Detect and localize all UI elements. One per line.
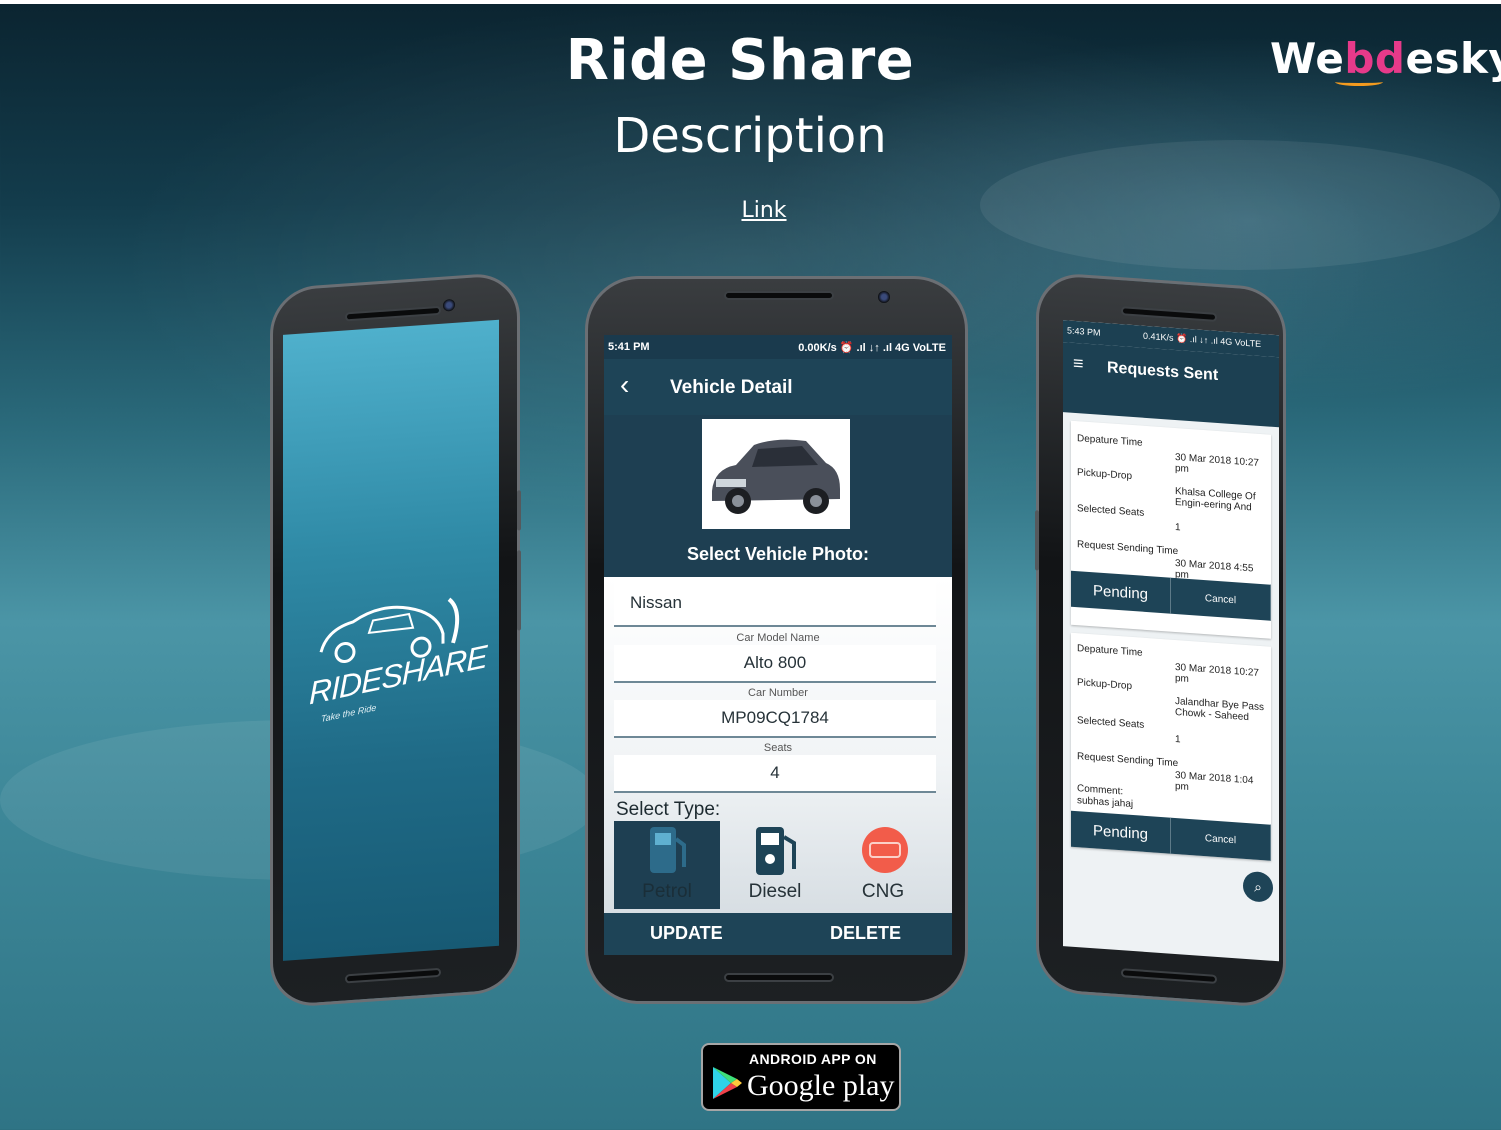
request-card: Depature Time 30 Mar 2018 10:27 pm Picku… xyxy=(1071,632,1271,861)
phone-vehicle-detail: 5:41 PM 0.00K/s ⏰ .ıl ↓↑ .ıl 4G VoLTE ‹ … xyxy=(585,276,968,1004)
front-camera xyxy=(878,291,890,303)
seats-label: Selected Seats xyxy=(1077,715,1145,731)
speaker-grille xyxy=(345,967,441,984)
delete-button[interactable]: DELETE xyxy=(830,923,901,944)
car-number-label: Car Number xyxy=(748,687,808,699)
request-actions: Pending Cancel xyxy=(1071,810,1271,861)
car-model-label: Car Model Name xyxy=(736,632,820,644)
play-store-icon xyxy=(713,1067,742,1099)
cancel-button[interactable]: Cancel xyxy=(1171,817,1271,861)
status-indicators: 0.00K/s ⏰ .ıl ↓↑ .ıl 4G VoLTE xyxy=(798,341,946,354)
background-highlight xyxy=(980,140,1500,270)
speaker-grille xyxy=(724,973,834,982)
status-time: 5:41 PM xyxy=(608,341,650,353)
car-image-icon xyxy=(712,439,840,514)
speaker-grille xyxy=(345,305,441,322)
pickup-label: Pickup-Drop xyxy=(1077,677,1133,692)
fuel-option-cng[interactable]: CNG xyxy=(830,821,936,909)
front-camera xyxy=(443,298,455,312)
departure-value: 30 Mar 2018 10:27 pm xyxy=(1175,451,1259,475)
cancel-button[interactable]: Cancel xyxy=(1171,577,1271,621)
screen-title: Vehicle Detail xyxy=(670,377,793,398)
select-type-label: Select Type: xyxy=(616,799,721,820)
sending-time-label: Request Sending Time xyxy=(1077,751,1179,770)
pending-button[interactable]: Pending xyxy=(1071,570,1171,614)
screen-title: Requests Sent xyxy=(1107,359,1219,384)
status-time: 5:43 PM xyxy=(1067,325,1101,338)
speaker-grille xyxy=(1121,306,1217,322)
vehicle-detail-screen: 5:41 PM 0.00K/s ⏰ .ıl ↓↑ .ıl 4G VoLTE ‹ … xyxy=(604,335,952,955)
departure-label: Depature Time xyxy=(1077,643,1143,659)
pickup-value: Khalsa College Of Engin-eering And Techn… xyxy=(1175,485,1256,515)
sending-time-label: Request Sending Time xyxy=(1077,539,1179,558)
description-link[interactable]: Link xyxy=(700,198,828,223)
speaker-grille xyxy=(1121,968,1217,984)
cng-icon xyxy=(862,827,908,873)
seats-label: Seats xyxy=(763,742,793,754)
google-play-badge[interactable]: ANDROID APP ON Google play xyxy=(701,1043,901,1111)
request-card: Depature Time 30 Mar 2018 10:27 pm Picku… xyxy=(1071,420,1271,639)
sending-time-value: 30 Mar 2018 1:04 pm xyxy=(1175,769,1254,793)
brand-field[interactable]: Nissan xyxy=(614,579,936,627)
volume-button xyxy=(1035,510,1039,571)
update-button[interactable]: UPDATE xyxy=(650,923,723,944)
menu-icon[interactable]: ≡ xyxy=(1073,353,1084,375)
status-indicators: 0.41K/s ⏰ .ıl ↓↑ .ıl 4G VoLTE xyxy=(1143,330,1262,349)
speaker-grille xyxy=(724,291,834,300)
phone-splash: RIDESHARE Take the Ride xyxy=(270,271,521,1009)
app-bar: ≡ Requests Sent xyxy=(1063,342,1279,428)
pending-button[interactable]: Pending xyxy=(1071,810,1171,854)
vehicle-form: Nissan Car Model Name Alto 800 Car Numbe… xyxy=(604,577,952,913)
pickup-label: Pickup-Drop xyxy=(1077,467,1133,482)
comment-text: Comment: subhas jahaj xyxy=(1077,783,1134,811)
seats-value: 1 xyxy=(1175,733,1181,746)
departure-label: Depature Time xyxy=(1077,433,1143,449)
car-model-field[interactable]: Alto 800 xyxy=(614,645,936,683)
phone-requests-sent: 5:43 PM 0.41K/s ⏰ .ıl ↓↑ .ıl 4G VoLTE ≡ … xyxy=(1035,271,1286,1009)
app-bar: ‹ Vehicle Detail xyxy=(604,359,952,415)
pickup-value: Jalandhar Bye Pass Chowk - Saheed Bhagat xyxy=(1175,695,1264,725)
badge-small-text: ANDROID APP ON xyxy=(749,1051,877,1067)
brand-logo: Webdesky xyxy=(1270,34,1501,83)
requests-sent-screen: 5:43 PM 0.41K/s ⏰ .ıl ↓↑ .ıl 4G VoLTE ≡ … xyxy=(1063,320,1279,962)
search-fab-icon[interactable]: ⌕ xyxy=(1243,870,1273,903)
brand-swoosh xyxy=(1335,78,1383,86)
petrol-pump-icon xyxy=(650,827,686,873)
page-title: Ride Share xyxy=(565,28,915,93)
fuel-option-petrol[interactable]: Petrol xyxy=(614,821,720,909)
status-bar: 5:41 PM 0.00K/s ⏰ .ıl ↓↑ .ıl 4G VoLTE xyxy=(604,335,952,359)
action-bar: UPDATE DELETE xyxy=(604,913,952,955)
seats-field[interactable]: 4 xyxy=(614,755,936,793)
seats-label: Selected Seats xyxy=(1077,503,1145,519)
fuel-option-diesel[interactable]: Diesel xyxy=(722,821,828,909)
splash-screen: RIDESHARE Take the Ride xyxy=(283,319,499,961)
select-photo-label: Select Vehicle Photo: xyxy=(686,544,870,564)
volume-button xyxy=(517,490,521,531)
vehicle-photo[interactable] xyxy=(702,419,850,529)
page-subtitle: Description xyxy=(613,108,887,164)
departure-value: 30 Mar 2018 10:27 pm xyxy=(1175,661,1259,685)
badge-big-text: Google play xyxy=(747,1069,895,1102)
diesel-pump-icon xyxy=(756,827,796,875)
seats-value: 1 xyxy=(1175,521,1181,534)
power-button xyxy=(517,550,521,631)
car-number-field[interactable]: MP09CQ1784 xyxy=(614,700,936,738)
back-arrow-icon[interactable]: ‹ xyxy=(620,371,629,399)
top-border xyxy=(0,0,1501,4)
